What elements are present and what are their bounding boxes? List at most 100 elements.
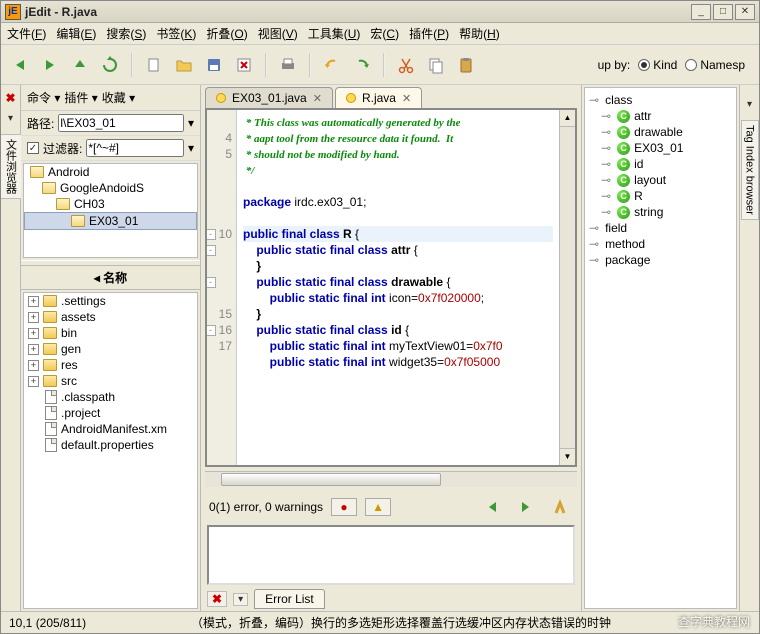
proj-item[interactable]: +bin <box>24 325 197 341</box>
errorlist-dropdown-icon[interactable]: ▾ <box>233 593 248 606</box>
proj-item[interactable]: .project <box>24 405 197 421</box>
error-list-body[interactable] <box>207 525 575 585</box>
tab-EX03_01.java[interactable]: EX03_01.java✕ <box>205 87 333 108</box>
tab-R.java[interactable]: R.java✕ <box>335 87 422 108</box>
menu-bookmark[interactable]: 书签(K) <box>156 25 196 42</box>
error-filter-warn[interactable]: ▲ <box>365 498 391 516</box>
error-clear-button[interactable] <box>547 494 573 520</box>
maximize-button[interactable]: □ <box>713 4 733 20</box>
errorlist-tab[interactable]: Error List <box>254 589 325 609</box>
menu-plugin[interactable]: 插件(P) <box>409 25 449 42</box>
project-header: ◂ 名称 <box>21 266 200 290</box>
cut-button[interactable] <box>393 52 419 78</box>
proj-item[interactable]: .classpath <box>24 389 197 405</box>
nav-back-button[interactable] <box>7 52 33 78</box>
proj-item[interactable]: AndroidManifest.xm <box>24 421 197 437</box>
class-member[interactable]: Clayout <box>587 172 734 188</box>
group-by-label: up by: <box>598 58 631 72</box>
radio-namespace[interactable]: Namesp <box>685 58 745 72</box>
filter-dropdown-icon[interactable]: ▾ <box>188 141 194 155</box>
right-panel: classCattrCdrawableCEX03_01CidClayoutCRC… <box>581 85 739 611</box>
redo-button[interactable] <box>349 52 375 78</box>
path-dropdown-icon[interactable]: ▾ <box>188 116 194 130</box>
error-summary-text: 0(1) error, 0 warnings <box>209 500 323 514</box>
folder-CH03[interactable]: CH03 <box>24 196 197 212</box>
folder-Android[interactable]: Android <box>24 164 197 180</box>
folder-EX03_01[interactable]: EX03_01 <box>24 212 197 230</box>
plugin-dropdown[interactable]: 插件 ▾ <box>64 89 97 106</box>
close-window-button[interactable]: ✕ <box>735 4 755 20</box>
menu-view[interactable]: 视图(V) <box>258 25 298 42</box>
nav-forward-button[interactable] <box>37 52 63 78</box>
print-button[interactable] <box>275 52 301 78</box>
class-member[interactable]: Cstring <box>587 204 734 220</box>
filter-input[interactable] <box>86 139 184 157</box>
filter-label: 过滤器: <box>43 140 82 157</box>
menu-tools[interactable]: 工具集(U) <box>308 25 361 42</box>
class-member[interactable]: CR <box>587 188 734 204</box>
proj-item[interactable]: +src <box>24 373 197 389</box>
toolbar: up by: Kind Namesp <box>1 45 759 85</box>
title-bar: jE jEdit - R.java _ □ ✕ <box>1 1 759 23</box>
project-tree[interactable]: +.settings+assets+bin+gen+res+src.classp… <box>23 292 198 609</box>
folder-tree[interactable]: AndroidGoogleAndoidSCH03EX03_01 <box>23 163 198 258</box>
menu-file[interactable]: 文件(F) <box>7 25 46 42</box>
menu-edit[interactable]: 编辑(E) <box>56 25 96 42</box>
proj-item[interactable]: +gen <box>24 341 197 357</box>
open-file-button[interactable] <box>171 52 197 78</box>
left-dock-dropdown-icon[interactable]: ▾ <box>8 113 13 124</box>
class-member[interactable]: Cid <box>587 156 734 172</box>
filter-checkbox[interactable]: ✓ <box>27 142 39 154</box>
editor-hscroll[interactable] <box>205 471 577 487</box>
copy-button[interactable] <box>423 52 449 78</box>
error-next-button[interactable] <box>513 494 539 520</box>
file-browser-tab[interactable]: 文件浏览器 <box>1 134 22 199</box>
app-logo: jE <box>5 4 21 20</box>
path-input[interactable] <box>58 114 184 132</box>
refresh-button[interactable] <box>97 52 123 78</box>
class-node[interactable]: class <box>587 92 734 108</box>
proj-item[interactable]: +.settings <box>24 293 197 309</box>
status-bar: 10,1 (205/811) （模式，折叠，编码）换行的多选矩形选择覆盖行选缓冲… <box>1 611 759 633</box>
undo-button[interactable] <box>319 52 345 78</box>
save-button[interactable] <box>201 52 227 78</box>
code-content[interactable]: * This class was automatically generated… <box>237 110 559 465</box>
menu-help[interactable]: 帮助(H) <box>459 25 500 42</box>
paste-button[interactable] <box>453 52 479 78</box>
category-node[interactable]: method <box>587 236 734 252</box>
new-file-button[interactable] <box>141 52 167 78</box>
editor-area: EX03_01.java✕R.java✕ 4510151617 * This c… <box>201 85 581 611</box>
editor[interactable]: 4510151617 * This class was automaticall… <box>205 108 577 467</box>
folder-GoogleAndoidS[interactable]: GoogleAndoidS <box>24 180 197 196</box>
left-dock-close-icon[interactable]: ✖ <box>5 91 15 105</box>
close-buffer-button[interactable] <box>231 52 257 78</box>
menu-bar: 文件(F) 编辑(E) 搜索(S) 书签(K) 折叠(O) 视图(V) 工具集(U) 宏(C)… <box>1 23 759 45</box>
class-member[interactable]: Cattr <box>587 108 734 124</box>
tab-close-icon[interactable]: ✕ <box>313 92 322 105</box>
right-dock-bar: ▾ Tag Index browser <box>739 85 759 611</box>
line-gutter: 4510151617 <box>207 110 237 465</box>
menu-fold[interactable]: 折叠(O) <box>206 25 247 42</box>
proj-item[interactable]: default.properties <box>24 437 197 453</box>
error-prev-button[interactable] <box>479 494 505 520</box>
proj-item[interactable]: +assets <box>24 309 197 325</box>
tag-index-tree[interactable]: classCattrCdrawableCEX03_01CidClayoutCRC… <box>584 87 737 609</box>
category-node[interactable]: field <box>587 220 734 236</box>
right-dock-dropdown-icon[interactable]: ▾ <box>747 99 752 110</box>
radio-kind[interactable]: Kind <box>638 58 677 72</box>
tab-close-icon[interactable]: ✕ <box>402 92 411 105</box>
error-filter-error[interactable]: ● <box>331 498 357 516</box>
class-member[interactable]: Cdrawable <box>587 124 734 140</box>
category-node[interactable]: package <box>587 252 734 268</box>
menu-search[interactable]: 搜索(S) <box>106 25 146 42</box>
editor-vscroll[interactable] <box>559 110 575 465</box>
tag-browser-tab[interactable]: Tag Index browser <box>741 120 759 220</box>
minimize-button[interactable]: _ <box>691 4 711 20</box>
proj-item[interactable]: +res <box>24 357 197 373</box>
cmd-dropdown[interactable]: 命令 ▾ <box>27 89 60 106</box>
nav-up-button[interactable] <box>67 52 93 78</box>
errorlist-close-icon[interactable]: ✖ <box>207 591 227 607</box>
favorites-dropdown[interactable]: 收藏 ▾ <box>102 89 135 106</box>
menu-macro[interactable]: 宏(C) <box>370 25 399 42</box>
class-member[interactable]: CEX03_01 <box>587 140 734 156</box>
